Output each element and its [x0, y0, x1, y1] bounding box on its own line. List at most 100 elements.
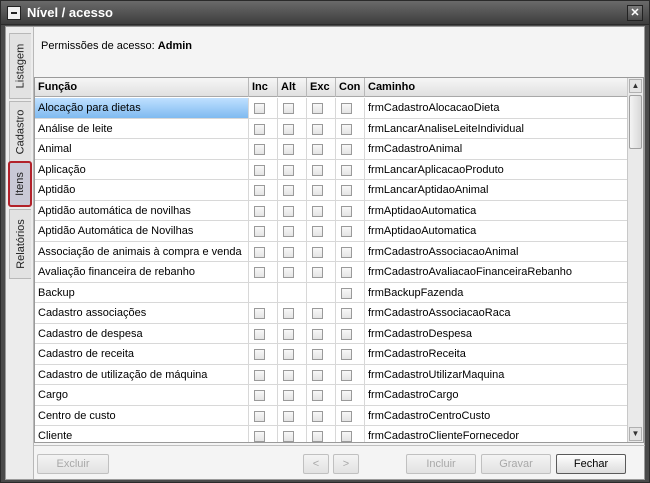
cell-caminho[interactable]: frmCadastroAssociacaoRaca — [365, 303, 629, 323]
permission-checkbox[interactable] — [254, 103, 265, 114]
cell-funcao[interactable]: Cadastro de despesa — [35, 323, 249, 344]
permission-checkbox[interactable] — [312, 390, 323, 401]
permission-checkbox[interactable] — [341, 308, 352, 319]
permission-checkbox[interactable] — [341, 267, 352, 278]
permission-checkbox[interactable] — [283, 267, 294, 278]
permission-checkbox[interactable] — [312, 308, 323, 319]
permission-checkbox[interactable] — [312, 144, 323, 155]
permission-checkbox[interactable] — [312, 410, 323, 422]
cell-funcao[interactable]: Cadastro de utilização de máquina — [35, 364, 249, 385]
table-row[interactable]: Avaliação financeira de rebanho frmCadast… — [35, 262, 629, 283]
cell-funcao[interactable]: Aptidão Automática de Novilhas — [35, 221, 249, 241]
table-row[interactable]: Aptidão frmLancarAptidaoAnimal — [35, 180, 629, 201]
permission-checkbox[interactable] — [283, 328, 294, 340]
permission-checkbox[interactable] — [341, 410, 352, 422]
cell-funcao[interactable]: Centro de custo — [35, 405, 249, 426]
prev-button[interactable]: < — [303, 454, 329, 474]
table-row[interactable]: Associação de animais à compra e venda fr… — [35, 241, 629, 262]
permission-checkbox[interactable] — [254, 410, 265, 422]
permission-checkbox[interactable] — [341, 287, 352, 299]
permission-checkbox[interactable] — [341, 246, 352, 258]
cell-caminho[interactable]: frmCadastroAssociacaoAnimal — [365, 242, 629, 262]
permission-checkbox[interactable] — [283, 164, 294, 176]
cell-caminho[interactable]: frmCadastroUtilizarMaquina — [365, 365, 629, 385]
permission-checkbox[interactable] — [254, 390, 265, 401]
table-row[interactable]: Aptidão automática de novilhas frmAptidao… — [35, 200, 629, 221]
permission-checkbox[interactable] — [254, 267, 265, 278]
permission-checkbox[interactable] — [312, 164, 323, 176]
permission-checkbox[interactable] — [254, 246, 265, 258]
cell-funcao[interactable]: Aptidão — [35, 180, 249, 200]
permission-checkbox[interactable] — [312, 226, 323, 237]
system-menu-icon[interactable] — [7, 6, 21, 20]
table-row[interactable]: Cadastro de utilização de máquina frmCada… — [35, 364, 629, 385]
cell-caminho[interactable]: frmCadastroClienteFornecedor — [365, 426, 629, 442]
cell-funcao[interactable]: Cadastro de receita — [35, 344, 249, 364]
permission-checkbox[interactable] — [283, 246, 294, 258]
cell-caminho[interactable]: frmCadastroReceita — [365, 344, 629, 364]
permission-checkbox[interactable] — [283, 103, 294, 114]
permission-checkbox[interactable] — [312, 103, 323, 114]
cell-caminho[interactable]: frmCadastroCentroCusto — [365, 406, 629, 426]
header-caminho[interactable]: Caminho — [365, 78, 629, 97]
cell-caminho[interactable]: frmCadastroAnimal — [365, 139, 629, 159]
permission-checkbox[interactable] — [283, 390, 294, 401]
permission-checkbox[interactable] — [283, 144, 294, 155]
permission-checkbox[interactable] — [283, 205, 294, 217]
header-exc[interactable]: Exc — [307, 78, 336, 97]
table-row[interactable]: Animal frmCadastroAnimal — [35, 139, 629, 160]
permission-checkbox[interactable] — [312, 267, 323, 278]
permission-checkbox[interactable] — [254, 349, 265, 360]
permission-checkbox[interactable] — [312, 369, 323, 381]
permission-checkbox[interactable] — [341, 185, 352, 196]
tab-itens[interactable]: Itens — [8, 161, 32, 207]
cell-funcao[interactable]: Aplicação — [35, 159, 249, 180]
vertical-scrollbar[interactable]: ▲ ▼ — [627, 78, 643, 442]
fechar-button[interactable]: Fechar — [556, 454, 626, 474]
cell-caminho[interactable]: frmCadastroCargo — [365, 385, 629, 405]
permission-checkbox[interactable] — [341, 226, 352, 237]
cell-funcao[interactable]: Backup — [35, 282, 249, 303]
cell-funcao[interactable]: Alocação para dietas — [35, 98, 249, 118]
permission-checkbox[interactable] — [341, 431, 352, 442]
permission-checkbox[interactable] — [254, 328, 265, 340]
table-row[interactable]: Aplicação frmLancarAplicacaoProduto — [35, 159, 629, 180]
cell-funcao[interactable]: Avaliação financeira de rebanho — [35, 262, 249, 282]
permission-checkbox[interactable] — [312, 349, 323, 360]
permission-checkbox[interactable] — [283, 369, 294, 381]
permission-checkbox[interactable] — [341, 205, 352, 217]
cell-funcao[interactable]: Cliente — [35, 426, 249, 442]
cell-caminho[interactable]: frmAptidaoAutomatica — [365, 221, 629, 241]
permission-checkbox[interactable] — [283, 185, 294, 196]
permission-checkbox[interactable] — [312, 328, 323, 340]
cell-caminho[interactable]: frmLancarAptidaoAnimal — [365, 180, 629, 200]
header-funcao[interactable]: Função — [35, 78, 249, 97]
permission-checkbox[interactable] — [283, 308, 294, 319]
scroll-up-icon[interactable]: ▲ — [629, 79, 642, 93]
cell-caminho[interactable]: frmCadastroAlocacaoDieta — [365, 98, 629, 118]
permission-checkbox[interactable] — [254, 144, 265, 155]
permission-checkbox[interactable] — [312, 246, 323, 258]
table-row[interactable]: Cadastro associações frmCadastroAssociaca… — [35, 303, 629, 324]
permission-checkbox[interactable] — [254, 308, 265, 319]
table-row[interactable]: Aptidão Automática de Novilhas frmAptidao… — [35, 221, 629, 242]
cell-caminho[interactable]: frmLancarAplicacaoProduto — [365, 160, 629, 180]
table-row[interactable]: Backup frmBackupFazenda — [35, 282, 629, 303]
cell-caminho[interactable]: frmBackupFazenda — [365, 283, 629, 303]
cell-caminho[interactable]: frmLancarAnaliseLeiteIndividual — [365, 119, 629, 139]
permission-checkbox[interactable] — [254, 164, 265, 176]
cell-caminho[interactable]: frmAptidaoAutomatica — [365, 201, 629, 221]
title-bar[interactable]: Nível / acesso ✕ — [1, 1, 649, 25]
permission-checkbox[interactable] — [254, 369, 265, 381]
table-row[interactable]: Cadastro de receita frmCadastroReceita — [35, 344, 629, 365]
header-con[interactable]: Con — [336, 78, 365, 97]
header-alt[interactable]: Alt — [278, 78, 307, 97]
header-inc[interactable]: Inc — [249, 78, 278, 97]
table-row[interactable]: Centro de custo frmCadastroCentroCusto — [35, 405, 629, 426]
tab-listagem[interactable]: Listagem — [9, 33, 31, 99]
excluir-button[interactable]: Excluir — [37, 454, 109, 474]
next-button[interactable]: > — [333, 454, 359, 474]
gravar-button[interactable]: Gravar — [481, 454, 551, 474]
cell-caminho[interactable]: frmCadastroDespesa — [365, 324, 629, 344]
permission-checkbox[interactable] — [341, 328, 352, 340]
